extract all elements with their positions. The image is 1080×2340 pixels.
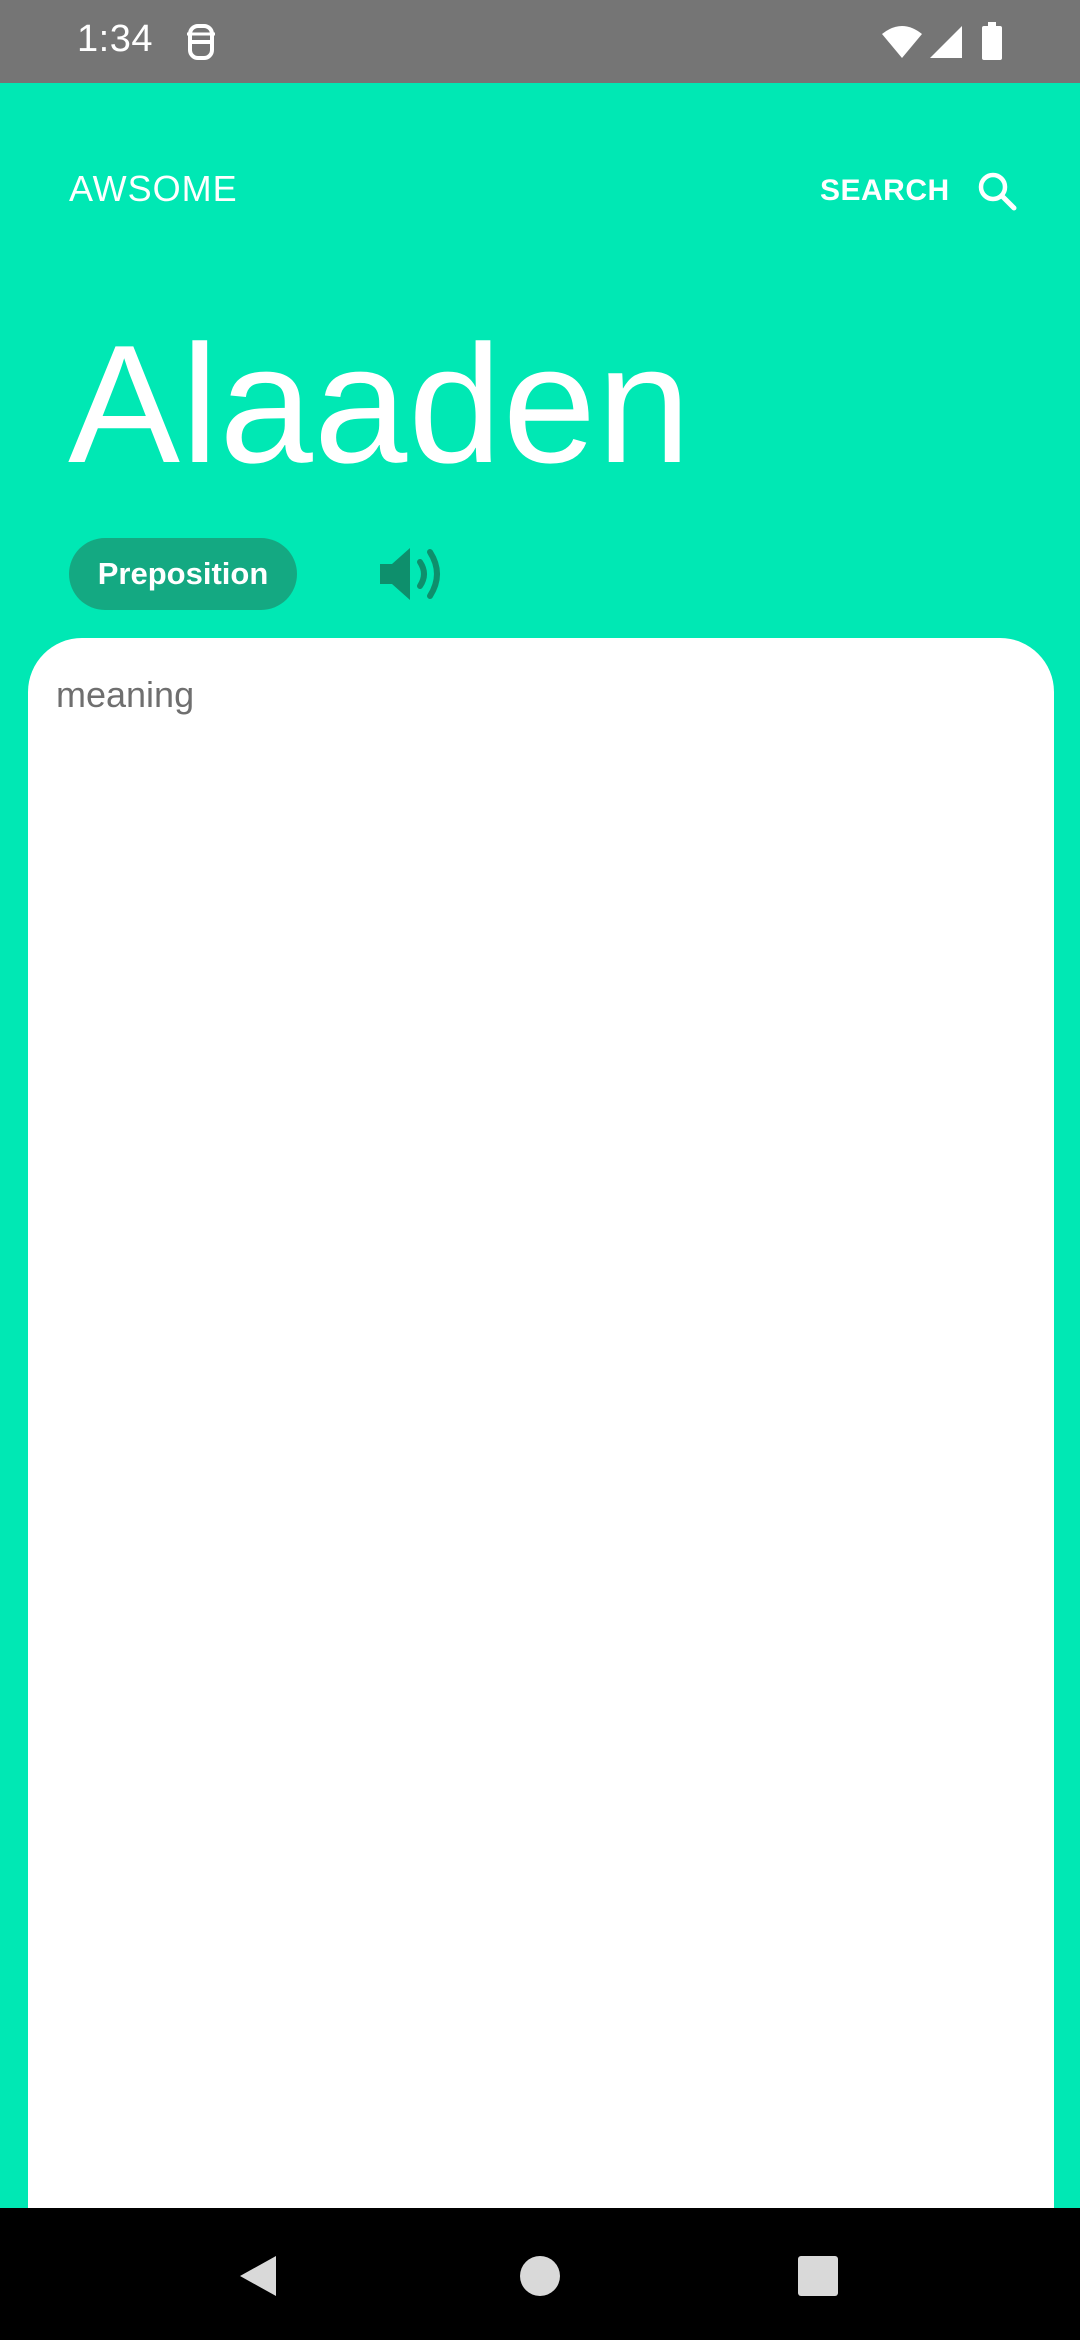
back-icon[interactable] xyxy=(236,2252,280,2300)
search-label: SEARCH xyxy=(820,174,950,207)
home-icon[interactable] xyxy=(519,2255,561,2297)
status-time: 1:34 xyxy=(77,18,153,60)
status-bar: 1:34 xyxy=(0,0,1080,83)
meaning-card: meaning xyxy=(28,638,1054,2208)
navigation-bar xyxy=(0,2208,1080,2340)
battery-icon xyxy=(982,22,1002,60)
meaning-text: meaning xyxy=(56,674,195,715)
notification-app-icon xyxy=(187,24,215,60)
search-icon xyxy=(978,172,1017,211)
app-title: AWSOME xyxy=(69,168,238,209)
part-of-speech-chip[interactable]: Preposition xyxy=(69,538,297,610)
recents-icon[interactable] xyxy=(798,2256,838,2296)
wifi-icon xyxy=(882,26,922,58)
cell-signal-icon xyxy=(930,26,962,58)
search-button[interactable]: SEARCH xyxy=(820,160,1020,222)
speaker-icon[interactable] xyxy=(376,542,452,606)
word-title: Alaaden xyxy=(68,310,692,498)
